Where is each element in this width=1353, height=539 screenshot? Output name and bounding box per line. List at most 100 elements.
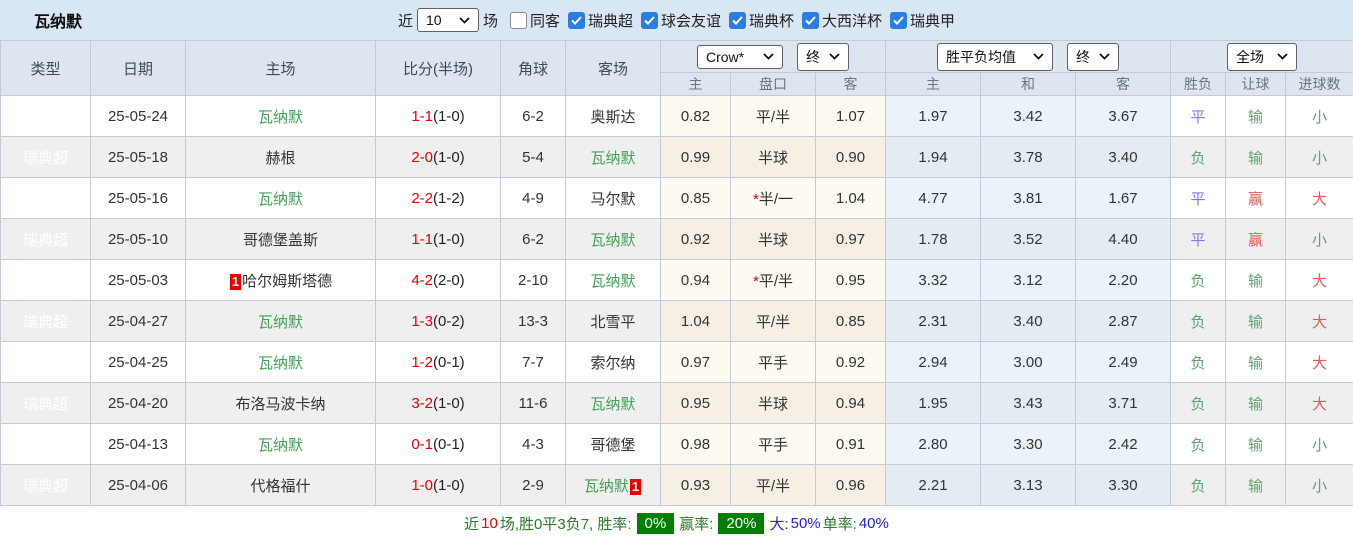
league-cell: 瑞典超 <box>1 137 91 178</box>
away-team-cell: 瓦纳默 <box>566 260 661 301</box>
full-time-score: 1-0 <box>411 477 433 494</box>
corners-cell: 2-9 <box>501 465 566 506</box>
sub-header-result: 胜负 <box>1171 73 1226 96</box>
avg-away-odds: 2.49 <box>1108 354 1137 371</box>
handicap-result: 输 <box>1248 150 1263 167</box>
match-history-panel: 瓦纳默 近 10 场 同客 瑞典超 球会友谊 瑞典杯 <box>0 0 1353 539</box>
handicap-value: 平/半 <box>756 314 790 331</box>
chevron-down-icon <box>763 53 774 60</box>
checkbox-icon[interactable] <box>890 12 907 29</box>
avg-away-odds-cell: 1.67 <box>1076 178 1171 219</box>
crow-home-odds: 0.97 <box>681 354 710 371</box>
over-under-result: 小 <box>1312 478 1327 495</box>
home-team-name: 哈尔姆斯塔德 <box>242 273 332 290</box>
league-filter-checkbox[interactable]: 瑞典杯 <box>729 10 794 31</box>
half-time-score: (1-0) <box>433 231 465 248</box>
handicap-result-cell: 输 <box>1226 301 1286 342</box>
avg-away-odds-cell: 2.49 <box>1076 342 1171 383</box>
score-cell: 1-0(1-0) <box>376 465 501 506</box>
checkbox-icon[interactable] <box>802 12 819 29</box>
avg-home-odds: 1.94 <box>918 149 947 166</box>
home-team-cell: 瓦纳默 <box>186 342 376 383</box>
corners-value: 4-9 <box>522 190 544 207</box>
checkbox-label: 球会友谊 <box>661 10 721 31</box>
avg-odds-select[interactable]: 胜平负均值 <box>937 43 1053 71</box>
over-under-result: 大 <box>1312 396 1327 413</box>
crow-away-odds-cell: 0.91 <box>816 424 886 465</box>
crow-time-select[interactable]: 终 <box>797 43 849 71</box>
half-time-score: (0-1) <box>433 436 465 453</box>
over-under-result: 大 <box>1312 273 1327 290</box>
over-under-result: 小 <box>1312 109 1327 126</box>
avg-draw-odds-cell: 3.78 <box>981 137 1076 178</box>
summary-part: 0% <box>637 513 675 534</box>
date-cell: 25-04-20 <box>91 383 186 424</box>
league-filter-checkbox[interactable]: 同客 <box>510 10 560 31</box>
scope-select[interactable]: 全场 <box>1227 43 1297 71</box>
crow-home-odds: 0.99 <box>681 149 710 166</box>
crow-home-odds-cell: 0.93 <box>661 465 731 506</box>
handicap-result: 输 <box>1248 396 1263 413</box>
score-cell: 1-1(1-0) <box>376 219 501 260</box>
score-cell: 1-2(0-1) <box>376 342 501 383</box>
col-header-type: 类型 <box>1 41 91 96</box>
team-title: 瓦纳默 <box>34 8 82 32</box>
checkbox-icon[interactable] <box>568 12 585 29</box>
sub-header-avg-draw: 和 <box>981 73 1076 96</box>
handicap-result-cell: 输 <box>1226 342 1286 383</box>
corners-value: 4-3 <box>522 436 544 453</box>
avg-home-odds-cell: 3.32 <box>886 260 981 301</box>
away-team-cell: 瓦纳默 <box>566 383 661 424</box>
corners-cell: 11-6 <box>501 383 566 424</box>
checkbox-icon[interactable] <box>729 12 746 29</box>
win-draw-loss-result: 负 <box>1190 478 1205 495</box>
handicap-cell: 平手 <box>731 424 816 465</box>
win-draw-loss-result: 平 <box>1190 191 1205 208</box>
full-time-score: 1-3 <box>411 313 433 330</box>
avg-draw-odds-cell: 3.12 <box>981 260 1076 301</box>
win-draw-loss-result: 负 <box>1190 396 1205 413</box>
league-cell: 瑞典超 <box>1 96 91 137</box>
handicap-cell: 平/半 <box>731 301 816 342</box>
crow-odds-header: Crow* 终 <box>661 41 886 73</box>
handicap-value: 半/一 <box>759 191 793 208</box>
checkbox-label: 瑞典甲 <box>910 10 955 31</box>
summary-part: 10 <box>481 515 498 532</box>
match-row: 瑞典超 25-04-25 瓦纳默 1-2(0-1) 7-7 索尔纳 0.97 平… <box>1 342 1353 383</box>
near-count-select[interactable]: 10 <box>417 8 479 32</box>
league-filter-checkbox[interactable]: 球会友谊 <box>641 10 721 31</box>
handicap-result-cell: 输 <box>1226 96 1286 137</box>
crow-away-odds: 0.85 <box>836 313 865 330</box>
league-filter-checkbox[interactable]: 瑞典超 <box>568 10 633 31</box>
league-filter-checkbox[interactable]: 瑞典甲 <box>890 10 955 31</box>
result-cell: 负 <box>1171 137 1226 178</box>
avg-away-odds-cell: 3.67 <box>1076 96 1171 137</box>
goals-result-cell: 小 <box>1286 137 1353 178</box>
result-cell: 平 <box>1171 219 1226 260</box>
avg-home-odds: 3.32 <box>918 272 947 289</box>
home-team-name: 代格福什 <box>250 478 310 495</box>
avg-home-odds: 1.95 <box>918 395 947 412</box>
score-cell: 1-1(1-0) <box>376 96 501 137</box>
avg-away-odds-cell: 2.87 <box>1076 301 1171 342</box>
col-header-away: 客场 <box>566 41 661 96</box>
checkmark-icon <box>644 16 655 25</box>
handicap-value: 半球 <box>758 150 788 167</box>
home-team-cell: 瓦纳默 <box>186 301 376 342</box>
crow-home-odds: 0.92 <box>681 231 710 248</box>
avg-time-select[interactable]: 终 <box>1067 43 1119 71</box>
checkbox-icon[interactable] <box>510 12 527 29</box>
chevron-down-icon <box>1099 53 1110 60</box>
avg-draw-odds-cell: 3.13 <box>981 465 1076 506</box>
away-team-name: 瓦纳默 <box>590 150 635 167</box>
summary-part: 40% <box>859 515 889 532</box>
crow-away-odds-cell: 0.92 <box>816 342 886 383</box>
bookmaker-select[interactable]: Crow* <box>697 45 783 69</box>
handicap-value: 平手 <box>758 437 788 454</box>
league-filter-checkbox[interactable]: 大西洋杯 <box>802 10 882 31</box>
full-time-score: 2-2 <box>411 190 433 207</box>
checkbox-icon[interactable] <box>641 12 658 29</box>
checkbox-label: 大西洋杯 <box>822 10 882 31</box>
away-team-cell: 马尔默 <box>566 178 661 219</box>
avg-away-odds: 2.20 <box>1108 272 1137 289</box>
